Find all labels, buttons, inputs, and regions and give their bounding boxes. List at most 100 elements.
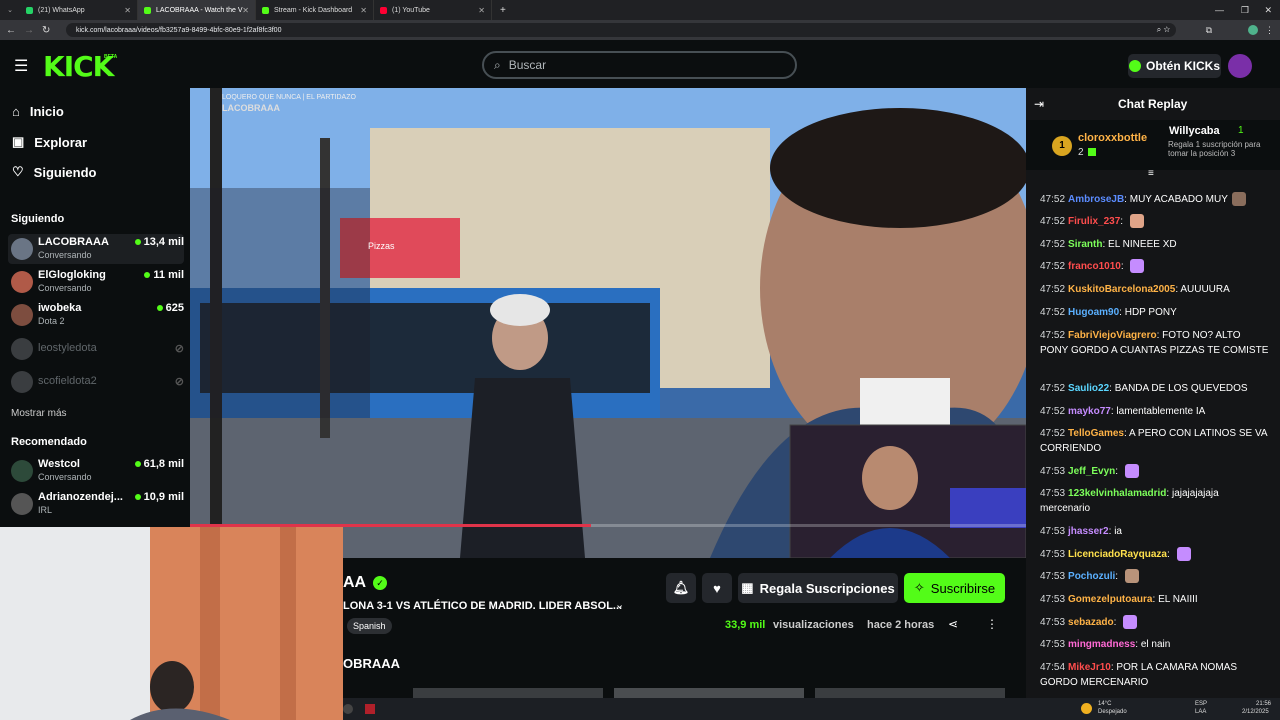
chat-message: 47:52 mayko77: lamentablemente IA [1040, 404, 1270, 419]
chat-message: 47:53 jhasser2: ia [1040, 524, 1270, 539]
message-username[interactable]: Firulix_237 [1068, 216, 1120, 227]
sidebar-channel-adrianozendejas[interactable]: Adrianozendej... IRL 10,9 mil [8, 489, 184, 519]
message-username[interactable]: KuskitoBarcelona2005 [1068, 284, 1175, 295]
message-username[interactable]: Hugoam90 [1068, 307, 1119, 318]
message-username[interactable]: Siranth [1068, 239, 1102, 250]
forward-icon[interactable]: → [24, 25, 34, 36]
nav-explorar[interactable]: ▣ Explorar [12, 134, 87, 150]
message-username[interactable]: sebazado [1068, 617, 1114, 628]
message-username[interactable]: TelloGames [1068, 428, 1124, 439]
notification-bell-button[interactable]: 🔔︎ [666, 573, 696, 603]
message-username[interactable]: MikeJr10 [1068, 662, 1111, 673]
close-icon[interactable]: ✕ [242, 6, 249, 15]
gift-icon [1088, 148, 1096, 156]
tab-kick-video[interactable]: LACOBRAAA - Watch the V ✕ [138, 0, 256, 20]
nav-siguiendo[interactable]: ♡ Siguiendo [12, 164, 97, 180]
message-username[interactable]: mingmadness [1068, 639, 1135, 650]
chat-message: 47:52 Hugoam90: HDP PONY [1040, 305, 1270, 320]
message-username[interactable]: Saulio22 [1068, 383, 1109, 394]
message-username[interactable]: jhasser2 [1068, 526, 1109, 537]
message-username[interactable]: LicenciadoRayquaza [1068, 549, 1167, 560]
weather-temp: 14°C [1098, 701, 1112, 707]
video-player[interactable]: LOQUERO QUE NUNCA | EL PARTIDAZO LACOBRA… [190, 88, 1026, 558]
heart-icon: ♡ [12, 164, 24, 179]
sidebar-channel-iwobeka[interactable]: iwobeka Dota 2 625 [8, 300, 184, 330]
sidebar-channel-lacobraaa[interactable]: LACOBRAAA Conversando 13,4 mil [8, 234, 184, 264]
back-icon[interactable]: ← [6, 25, 16, 36]
app-icon[interactable] [343, 704, 353, 714]
subscribe-button[interactable]: ✧ Suscribirse [904, 573, 1005, 603]
more-options-icon[interactable]: ⋮ [986, 617, 998, 631]
close-icon[interactable]: ✕ [478, 6, 485, 15]
gifter-user[interactable]: Willycaba [1169, 125, 1220, 137]
viewer-count: 10,9 mil [134, 491, 184, 503]
message-time: 47:52 [1040, 406, 1066, 417]
channel-name-heading[interactable]: AA [343, 574, 366, 592]
viewer-count: 625 [156, 302, 184, 314]
sidebar-channel-leostyledota[interactable]: leostyledota ⊘ [8, 334, 184, 364]
menu-icon[interactable]: ⋮ [1265, 25, 1274, 36]
close-icon[interactable]: ✕ [360, 6, 367, 15]
channel-category: IRL [38, 505, 53, 515]
live-dot-icon [134, 461, 141, 467]
profile-icon[interactable] [1248, 25, 1258, 35]
close-icon[interactable]: ✕ [124, 6, 131, 15]
get-kicks-button[interactable]: Obtén KICKs [1128, 54, 1221, 78]
tab-kick-dashboard[interactable]: Stream - Kick Dashboard ✕ [256, 0, 374, 20]
compass-icon: ▣ [12, 134, 25, 149]
sidebar-channel-elglogloking[interactable]: ElGlogloking Conversando 11 mil [8, 267, 184, 297]
viewer-count: 11 mil [144, 269, 184, 281]
share-icon[interactable]: ⋖ [948, 617, 958, 631]
youtube-icon [380, 6, 387, 14]
show-more-link[interactable]: Mostrar más [11, 408, 67, 419]
message-username[interactable]: mayko77 [1068, 406, 1111, 417]
chevron-down-icon[interactable]: ⌄ [615, 598, 624, 611]
message-username[interactable]: franco1010 [1068, 261, 1121, 272]
tab-label: (21) WhatsApp [38, 6, 85, 14]
message-username[interactable]: 123kelvinhalamadrid [1068, 488, 1166, 499]
user-avatar[interactable] [1228, 54, 1252, 78]
message-time: 47:53 [1040, 617, 1066, 628]
hamburger-menu-icon[interactable]: ☰ [14, 56, 28, 76]
emote-icon [1176, 547, 1191, 562]
nav-inicio[interactable]: ⌂ Inicio [12, 104, 64, 119]
close-window-icon[interactable]: ✕ [1264, 5, 1272, 16]
clock-time[interactable]: 21:56 [1256, 701, 1271, 707]
language-tag[interactable]: Spanish [347, 618, 392, 634]
tab-whatsapp[interactable]: (21) WhatsApp ✕ [20, 0, 138, 20]
live-dot-icon [144, 272, 151, 278]
webcam-frame [0, 527, 343, 720]
live-dot-icon [156, 305, 163, 311]
sidebar-channel-westcol[interactable]: Westcol Conversando 61,8 mil [8, 456, 184, 486]
video-thumbnail[interactable] [815, 688, 1005, 698]
video-thumbnail[interactable] [614, 688, 804, 698]
gift-subs-button[interactable]: ▦ Regala Suscripciones [738, 573, 898, 603]
collapse-chat-icon[interactable]: ⇥ [1034, 97, 1044, 111]
video-thumbnail[interactable] [413, 688, 603, 698]
follow-heart-button[interactable]: ♥ [702, 573, 732, 603]
tab-label: (1) YouTube [392, 6, 430, 14]
new-tab-icon[interactable]: + [500, 5, 506, 16]
language-indicator[interactable]: ESP [1195, 701, 1207, 707]
minimize-icon[interactable]: — [1215, 5, 1224, 15]
leader-user[interactable]: cloroxxbottle [1078, 132, 1147, 144]
tab-search-icon[interactable]: ⌄ [0, 6, 20, 14]
search-input[interactable]: ⌕ Buscar [482, 51, 797, 79]
message-username[interactable]: Jeff_Evyn [1068, 466, 1115, 477]
url-field[interactable]: kick.com/lacobraaa/videos/fb3257a9-8499-… [66, 23, 1176, 37]
message-time: 47:53 [1040, 466, 1066, 477]
expand-icon[interactable]: ≡ [1148, 168, 1154, 179]
reload-icon[interactable]: ↻ [42, 25, 50, 36]
kick-logo[interactable]: KICK [43, 50, 114, 83]
sidebar-channel-scofieldota2[interactable]: scofieldota2 ⊘ [8, 367, 184, 397]
message-username[interactable]: Pochozuli [1068, 571, 1115, 582]
message-username[interactable]: Gomezelputoaura [1068, 594, 1152, 605]
tab-youtube[interactable]: (1) YouTube ✕ [374, 0, 492, 20]
app-icon[interactable] [365, 704, 375, 714]
message-username[interactable]: FabriViejoViagrero [1068, 330, 1157, 341]
message-username[interactable]: AmbroseJB [1068, 194, 1124, 205]
message-separator: : [1113, 617, 1120, 628]
zoom-icon[interactable]: ⌕ ☆ [1157, 25, 1170, 35]
extensions-icon[interactable]: ⧉ [1206, 25, 1212, 36]
restore-icon[interactable]: ❐ [1241, 5, 1249, 16]
